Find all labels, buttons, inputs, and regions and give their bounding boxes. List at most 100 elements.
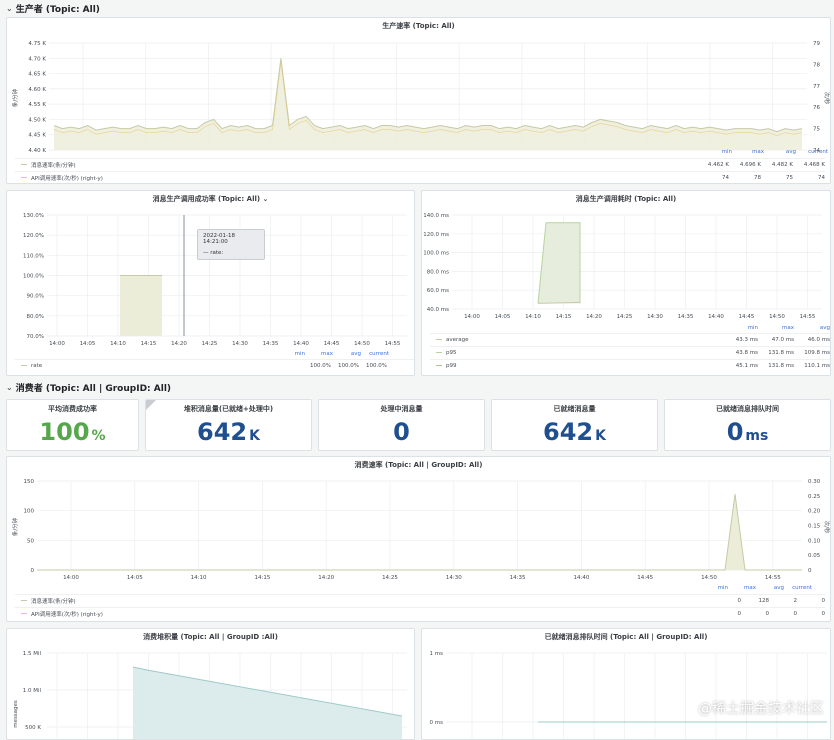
y-tick-label: 80.0% bbox=[27, 314, 44, 320]
produce-rate-panel: 生产速率 (Topic: All) 4.75 K 4.70 K 4.65 K 4.60… bbox=[6, 17, 831, 184]
stat-number: 642 bbox=[543, 418, 594, 446]
legend-swatch bbox=[21, 177, 27, 178]
legend: 消息速率(条/分钟) 0 128 2 0 API调用速率(次/秒) (right-y) 0 0… bbox=[15, 594, 825, 620]
chevron-down-icon[interactable]: ⌄ bbox=[6, 383, 13, 392]
tooltip-time: 2022-01-18 14:21:00 bbox=[203, 233, 235, 245]
legend-value: 100.0% bbox=[366, 362, 387, 369]
legend-header-min[interactable]: min bbox=[277, 351, 305, 357]
legend-value: 47.0 ms bbox=[771, 336, 794, 343]
legend-header-min[interactable]: min bbox=[700, 585, 728, 591]
stat-title[interactable]: 平均消费成功率 bbox=[7, 404, 138, 414]
series-area-rate bbox=[120, 275, 162, 336]
y-tick-label: 1 ms bbox=[430, 651, 444, 657]
x-tick-label: 14:25 bbox=[617, 314, 633, 320]
stat-value: 0 ms bbox=[665, 418, 830, 446]
legend-value: 2 bbox=[793, 597, 798, 604]
x-tick-label: 14:25 bbox=[382, 575, 398, 581]
x-tick-label: 14:20 bbox=[171, 341, 187, 347]
legend-header-avg[interactable]: avg bbox=[333, 351, 361, 357]
y-tick-label: 0 ms bbox=[430, 720, 444, 726]
legend-row[interactable]: API调用速率(次/秒) (right-y) 74 78 75 74 bbox=[15, 171, 825, 183]
chevron-down-icon[interactable]: ⌄ bbox=[6, 4, 13, 13]
y-right-tick-label: 76 bbox=[813, 105, 820, 111]
legend-header-avg[interactable]: avg bbox=[764, 149, 796, 155]
stat-title[interactable]: 已就绪消息量 bbox=[492, 404, 657, 414]
legend-value: 4.462 K bbox=[707, 161, 729, 168]
y-tick-label: 4.45 K bbox=[28, 133, 46, 139]
y-tick-label: 100 bbox=[24, 509, 35, 515]
y-right-tick-label: 0.30 bbox=[808, 479, 821, 485]
info-corner-icon[interactable] bbox=[146, 400, 156, 410]
legend: average 43.3 ms 47.0 ms 46.0 ms p95 43.8 ms 13… bbox=[430, 333, 830, 373]
legend-header-current[interactable]: current bbox=[361, 351, 389, 357]
y-right-axis-label: 次/秒 bbox=[823, 521, 831, 534]
produce-latency-panel: 消息生产调用耗时 (Topic: All) 140.0 ms 120.0 ms 10… bbox=[421, 190, 831, 376]
legend-header-max[interactable]: max bbox=[305, 351, 333, 357]
stat-number: 0 bbox=[726, 418, 744, 446]
legend-header-max[interactable]: max bbox=[732, 149, 764, 155]
row-consumer[interactable]: ⌄ 消费者 (Topic: All | GroupID: All) bbox=[6, 381, 171, 394]
legend-value: 109.8 ms bbox=[804, 349, 830, 356]
legend-row[interactable]: rate 100.0% 100.0% 100.0% bbox=[15, 359, 414, 371]
legend-value: 0 bbox=[737, 597, 742, 604]
y-tick-label: 1.5 Mil bbox=[23, 651, 42, 657]
legend-value: 74 bbox=[722, 174, 729, 181]
legend-value: 78 bbox=[754, 174, 761, 181]
stat-panel: 已就绪消息排队时间 0 ms bbox=[664, 399, 831, 451]
produce-success-chart: 130.0% 120.0% 110.0% 100.0% 90.0% 80.0% 70.0% 1… bbox=[23, 213, 407, 347]
x-tick-label: 14:10 bbox=[525, 314, 541, 320]
x-tick-label: 14:40 bbox=[293, 341, 309, 347]
row-producer[interactable]: ⌄ 生产者 (Topic: All) bbox=[6, 2, 100, 15]
legend-header-avg[interactable]: avg bbox=[756, 585, 784, 591]
legend-series-name: API调用速率(次/秒) (right-y) bbox=[31, 175, 103, 182]
legend-row[interactable]: p95 43.8 ms 131.8 ms 109.8 ms bbox=[430, 346, 830, 358]
stat-number: 0 bbox=[393, 418, 410, 446]
stat-value: 642 K bbox=[492, 418, 657, 446]
y-right-tick-label: 75 bbox=[813, 127, 820, 133]
legend-swatch bbox=[21, 164, 27, 165]
legend-row[interactable]: 消息速率(条/分钟) 4.462 K 4.696 K 4.482 K 4.468 K bbox=[15, 158, 825, 170]
legend-header: min max avg current bbox=[700, 585, 812, 591]
legend-header-min[interactable]: min bbox=[722, 325, 758, 331]
backlog-panel: 消费堆积量 (Topic: All | GroupID :All) 1.5 Mi… bbox=[6, 628, 415, 740]
y-right-tick-label: 0.10 bbox=[808, 538, 821, 544]
legend-row[interactable]: 消息速率(条/分钟) 0 128 2 0 bbox=[15, 594, 825, 606]
stat-title[interactable]: 处理中消息量 bbox=[319, 404, 484, 414]
legend-header-min[interactable]: min bbox=[700, 149, 732, 155]
x-tick-label: 14:00 bbox=[464, 314, 480, 320]
stat-number: 100 bbox=[39, 418, 90, 446]
legend-value: 4.468 K bbox=[803, 161, 825, 168]
legend-row[interactable]: API调用速率(次/秒) (right-y) 0 0 0 0 bbox=[15, 607, 825, 619]
stat-value: 642 K bbox=[146, 418, 311, 446]
y-tick-label: 500 K bbox=[25, 725, 41, 731]
legend-row[interactable]: average 43.3 ms 47.0 ms 46.0 ms bbox=[430, 333, 830, 345]
legend-value: 0 bbox=[737, 610, 742, 617]
y-right-tick-label: 0.05 bbox=[808, 553, 821, 559]
x-tick-label: 14:30 bbox=[446, 575, 462, 581]
stat-unit: K bbox=[249, 428, 260, 444]
chart-tooltip: 2022-01-18 14:21:00 — rate: bbox=[197, 229, 265, 260]
legend-header-max[interactable]: max bbox=[758, 325, 794, 331]
queue-time-panel: 已就绪消息排队时间 (Topic: All | GroupID: All) 1 … bbox=[421, 628, 831, 740]
y-tick-label: 110.0% bbox=[23, 253, 44, 259]
legend-header-current[interactable]: current bbox=[784, 585, 812, 591]
stat-title[interactable]: 堆积消息量(已就绪+处理中) bbox=[146, 404, 311, 414]
legend-value: 100.0% bbox=[338, 362, 359, 369]
series-line-msg-rate bbox=[37, 493, 802, 571]
legend-value: 74 bbox=[818, 174, 825, 181]
y-right-tick-label: 0.15 bbox=[808, 524, 821, 530]
legend-header-current[interactable]: current bbox=[796, 149, 828, 155]
y-tick-label: 4.70 K bbox=[28, 56, 46, 62]
y-tick-label: 40.0 ms bbox=[427, 307, 449, 313]
consume-rate-chart: 150 100 50 0 0.30 0.25 0.20 0.15 0.10 0.05 0 14:00 1… bbox=[11, 479, 831, 581]
y-tick-label: 90.0% bbox=[27, 294, 44, 300]
legend-header-avg[interactable]: avg bbox=[794, 325, 830, 331]
x-tick-label: 14:45 bbox=[324, 341, 340, 347]
legend-row[interactable]: p99 45.1 ms 131.8 ms 110.1 ms bbox=[430, 359, 830, 371]
stat-title[interactable]: 已就绪消息排队时间 bbox=[665, 404, 830, 414]
y-tick-label: 100.0 ms bbox=[423, 251, 449, 257]
legend-header-max[interactable]: max bbox=[728, 585, 756, 591]
y-right-tick-label: 0 bbox=[808, 568, 812, 574]
stat-panel: 处理中消息量 0 bbox=[318, 399, 485, 451]
legend-value: 0 bbox=[765, 610, 770, 617]
